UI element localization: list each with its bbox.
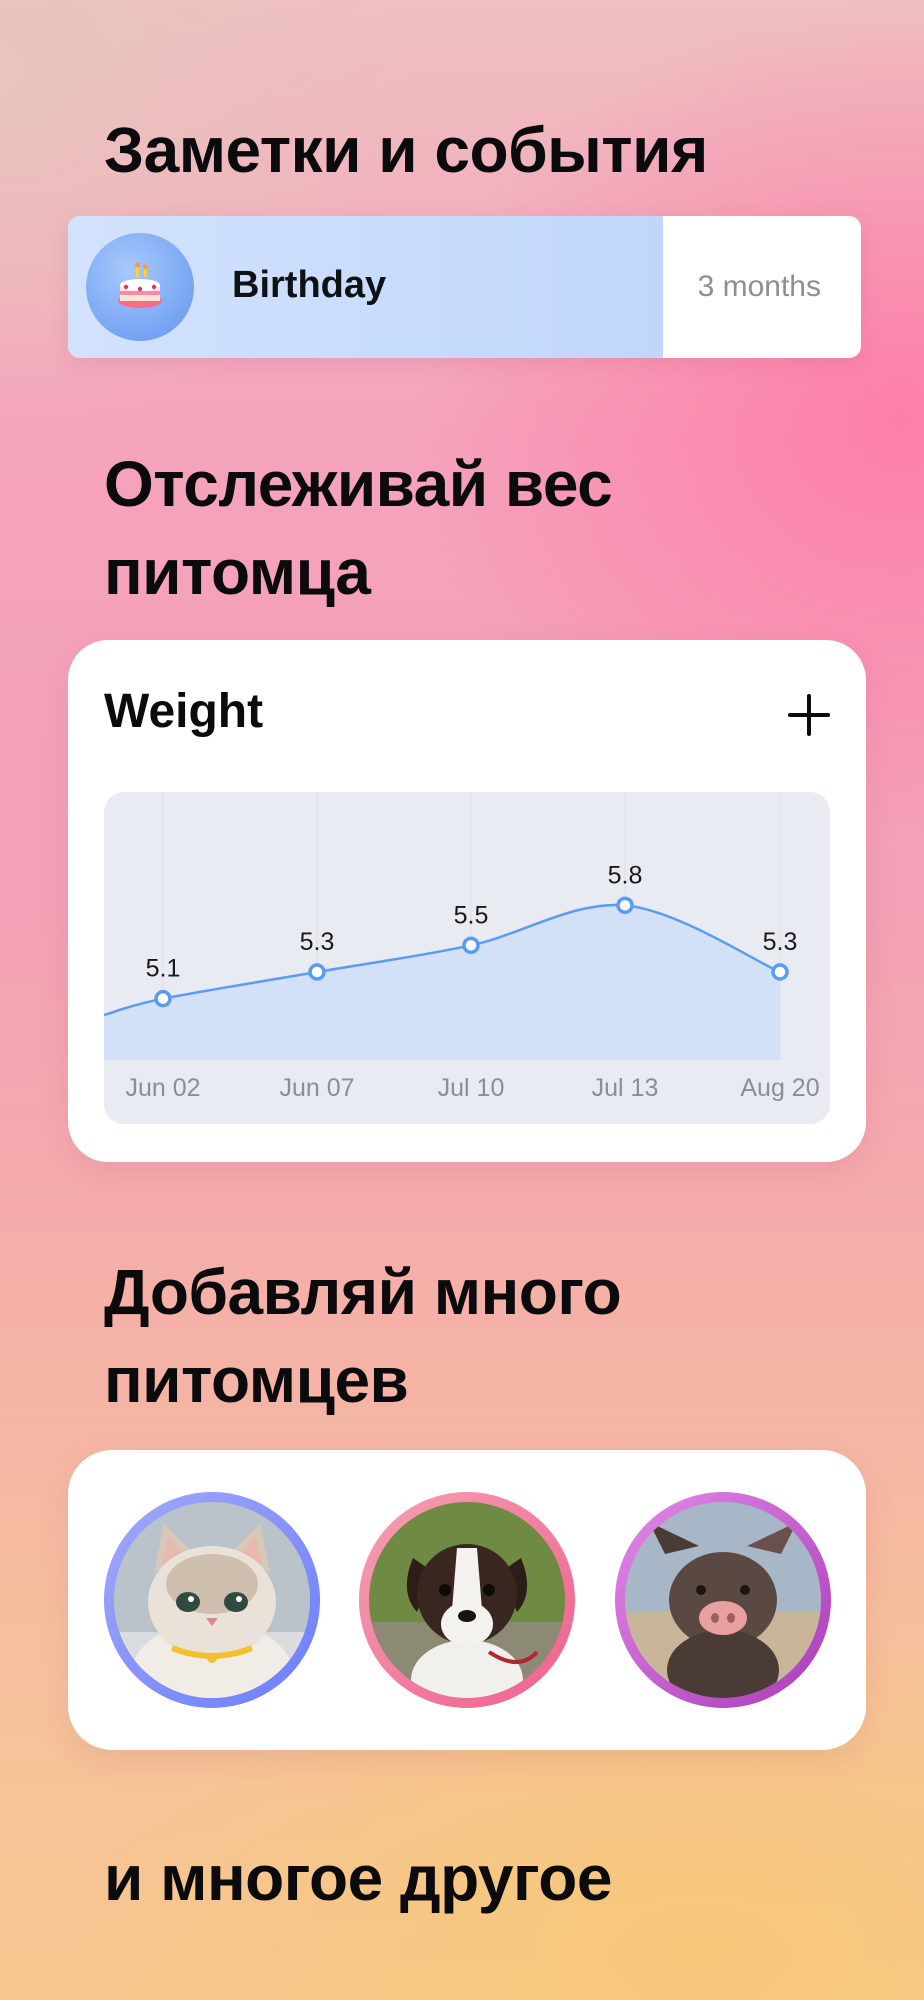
pet-avatar-pig[interactable] (615, 1492, 831, 1708)
birthday-event-card[interactable]: Birthday 3 months (68, 216, 861, 358)
chart-data-label: 5.1 (146, 955, 181, 983)
events-heading: Заметки и события (104, 114, 708, 186)
event-title: Birthday (232, 264, 387, 306)
pets-heading: Добавляй много питомцев (104, 1256, 622, 1416)
pet-avatar-cat[interactable] (104, 1492, 320, 1708)
chart-x-tick-label: Aug 20 (740, 1074, 819, 1102)
chart-data-label: 5.8 (608, 861, 643, 889)
birthday-cake-icon (118, 262, 162, 308)
plus-icon[interactable] (786, 692, 832, 738)
weight-heading: Отслеживай вес питомца (104, 448, 613, 608)
weight-card: Weight 5.1 5.3 5.5 5.8 5.3 Jun 02 Jun 07 Jul 10… (68, 640, 866, 1162)
chart-point (154, 989, 172, 1008)
pig-photo (625, 1502, 821, 1698)
chart-data-label: 5.5 (454, 901, 489, 929)
weight-title: Weight (104, 685, 264, 738)
chart-point (308, 963, 326, 981)
pets-card (68, 1450, 866, 1750)
weight-chart: 5.1 5.3 5.5 5.8 5.3 Jun 02 Jun 07 Jul 10 Jul 13 A… (104, 792, 830, 1124)
chart-data-label: 5.3 (300, 928, 335, 956)
chart-point (771, 963, 789, 981)
chart-x-tick-label: Jun 02 (125, 1074, 200, 1102)
more-heading: и многое другое (104, 1842, 612, 1914)
chart-area-fill (104, 904, 780, 1060)
weight-chart-svg: 5.1 5.3 5.5 5.8 5.3 Jun 02 Jun 07 Jul 10 Jul 13 A… (104, 792, 830, 1124)
event-time-left: 3 months (697, 270, 821, 303)
pet-avatar-dog[interactable] (359, 1492, 575, 1708)
dog-photo (369, 1502, 565, 1698)
chart-data-label: 5.3 (763, 928, 798, 956)
chart-point (616, 896, 634, 915)
chart-x-tick-label: Jun 07 (279, 1074, 354, 1102)
chart-x-tick-label: Jul 10 (438, 1074, 505, 1102)
cat-photo (114, 1502, 310, 1698)
event-avatar (86, 233, 194, 341)
chart-x-tick-label: Jul 13 (592, 1074, 659, 1102)
chart-point (462, 936, 480, 955)
